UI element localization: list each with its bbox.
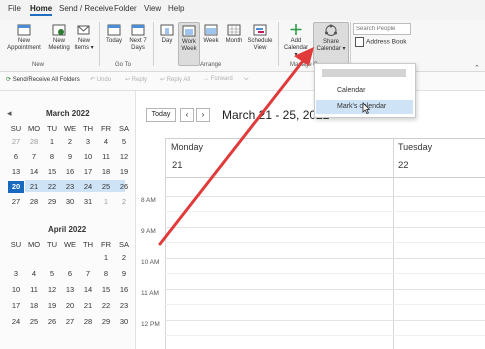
red-arrow-annotation (158, 47, 314, 246)
